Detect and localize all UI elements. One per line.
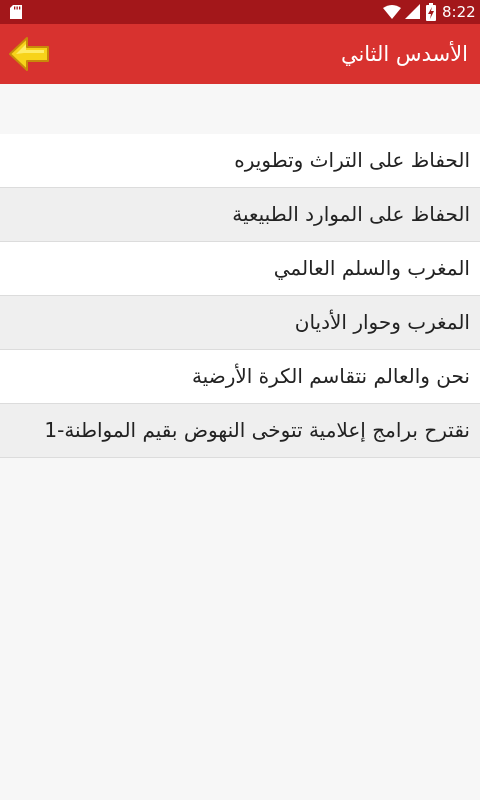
wifi-icon — [383, 5, 401, 19]
battery-charging-icon — [426, 3, 436, 21]
lesson-list: الحفاظ على التراث وتطويره الحفاظ على الم… — [0, 134, 480, 458]
lesson-item[interactable]: نقترح برامج إعلامية تتوخى النهوض بقيم ال… — [0, 404, 480, 458]
status-clock: 8:22 — [442, 3, 476, 21]
page-title: الأسدس الثاني — [340, 42, 468, 66]
app-bar: الأسدس الثاني — [0, 24, 480, 84]
lesson-item[interactable]: المغرب وحوار الأديان — [0, 296, 480, 350]
sd-card-icon — [10, 5, 22, 19]
lesson-item[interactable]: الحفاظ على التراث وتطويره — [0, 134, 480, 188]
lesson-item[interactable]: الحفاظ على الموارد الطبيعية — [0, 188, 480, 242]
back-arrow-icon — [9, 37, 49, 71]
back-button[interactable] — [8, 34, 52, 74]
signal-icon — [405, 4, 420, 19]
lesson-item[interactable]: نحن والعالم نتقاسم الكرة الأرضية — [0, 350, 480, 404]
status-bar: 8:22 — [0, 0, 480, 24]
lesson-item[interactable]: المغرب والسلم العالمي — [0, 242, 480, 296]
